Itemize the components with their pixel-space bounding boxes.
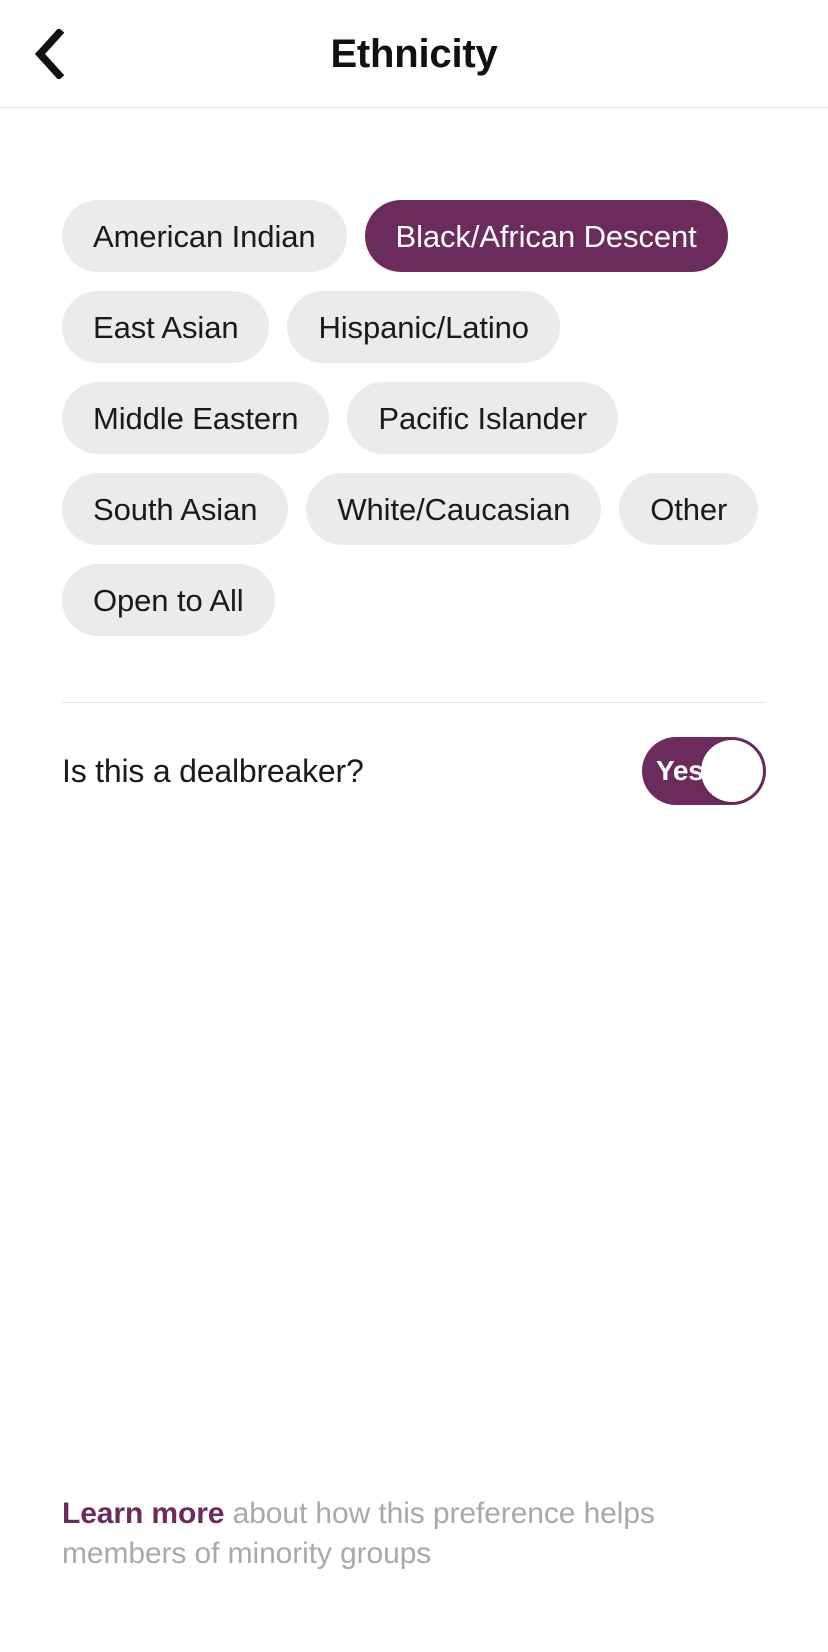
ethnicity-chip-other[interactable]: Other <box>619 473 759 545</box>
ethnicity-chip-hispanic-latino[interactable]: Hispanic/Latino <box>287 291 560 363</box>
ethnicity-chip-south-asian[interactable]: South Asian <box>62 473 289 545</box>
ethnicity-preference-screen: Ethnicity American Indian Black/African … <box>0 0 828 1652</box>
ethnicity-chip-american-indian[interactable]: American Indian <box>62 200 347 272</box>
dealbreaker-toggle-label: Yes <box>656 755 704 786</box>
ethnicity-chip-open-to-all[interactable]: Open to All <box>62 564 275 636</box>
ethnicity-options-group: American Indian Black/African Descent Ea… <box>0 108 828 636</box>
app-header: Ethnicity <box>0 0 828 108</box>
dealbreaker-row: Is this a dealbreaker? Yes <box>0 733 828 809</box>
learn-more-link[interactable]: Learn more <box>62 1497 224 1530</box>
dealbreaker-label: Is this a dealbreaker? <box>62 753 364 789</box>
ethnicity-chip-pacific-islander[interactable]: Pacific Islander <box>347 382 618 454</box>
footer-text: Learn more about how this preference hel… <box>62 1494 698 1574</box>
ethnicity-chip-white-caucasian[interactable]: White/Caucasian <box>306 473 602 545</box>
ethnicity-chip-east-asian[interactable]: East Asian <box>62 291 270 363</box>
ethnicity-chip-middle-eastern[interactable]: Middle Eastern <box>62 382 330 454</box>
page-body: American Indian Black/African Descent Ea… <box>0 108 828 1652</box>
ethnicity-chip-black-african-descent[interactable]: Black/African Descent <box>364 200 728 272</box>
section-divider <box>62 702 766 703</box>
dealbreaker-toggle[interactable]: Yes <box>642 737 766 805</box>
toggle-knob <box>701 740 763 802</box>
page-title: Ethnicity <box>330 31 498 76</box>
flex-spacer <box>0 809 828 1494</box>
footer-note: Learn more about how this preference hel… <box>0 1494 760 1652</box>
